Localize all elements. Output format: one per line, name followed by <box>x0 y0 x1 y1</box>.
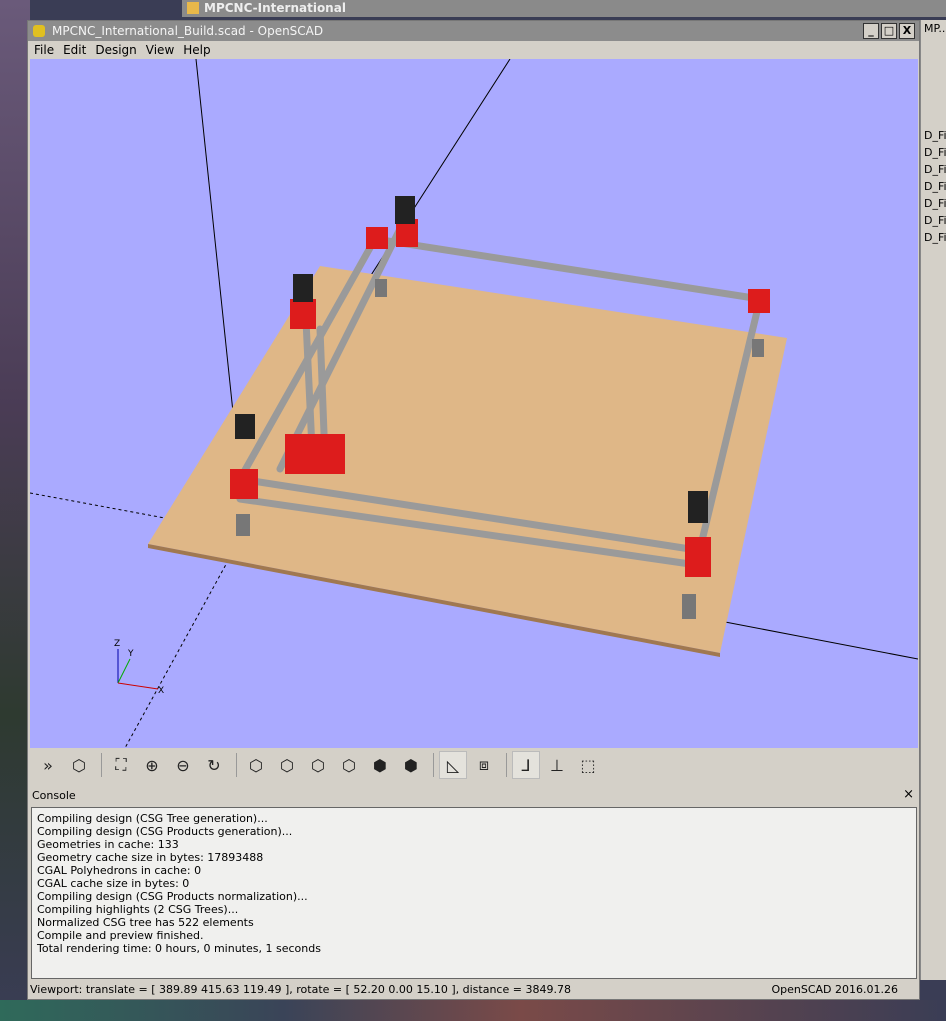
folder-icon <box>187 2 199 14</box>
axes-indicator: Z Y X <box>114 639 164 696</box>
console-line: Normalized CSG tree has 522 elements <box>37 916 254 929</box>
separator <box>506 753 507 777</box>
status-bar: Viewport: translate = [ 389.89 415.63 11… <box>30 981 916 999</box>
console-line: Geometry cache size in bytes: 17893488 <box>37 851 264 864</box>
side-file-item[interactable]: D_Fil <box>921 144 946 161</box>
reset-view-icon[interactable]: ↻ <box>200 751 228 779</box>
desktop-background-bottom <box>0 1000 946 1021</box>
console-line: Total rendering time: 0 hours, 0 minutes… <box>37 942 321 955</box>
view-back-icon[interactable]: ⬢ <box>397 751 425 779</box>
zoom-in-icon[interactable]: ⊕ <box>138 751 166 779</box>
console-line: Compiling highlights (2 CSG Trees)... <box>37 903 239 916</box>
axis-label-y: Y <box>127 649 134 659</box>
preview-icon[interactable]: » <box>34 751 62 779</box>
scale-markers-icon[interactable]: ⊥ <box>543 751 571 779</box>
side-file-item[interactable]: D_Fil <box>921 127 946 144</box>
axis-line <box>719 620 918 660</box>
separator <box>236 753 237 777</box>
console-line: Geometries in cache: 133 <box>37 838 179 851</box>
menu-help[interactable]: Help <box>183 41 210 59</box>
view-right-icon[interactable]: ⬡ <box>242 751 270 779</box>
axis-line-negative <box>124 538 241 748</box>
orthogonal-icon[interactable]: ⧈ <box>470 751 498 779</box>
console-output[interactable]: Compiling design (CSG Tree generation)..… <box>31 807 917 979</box>
model-render: Z Y X <box>30 59 918 748</box>
show-edges-icon[interactable]: ⬚ <box>574 751 602 779</box>
side-file-item[interactable]: D_Fil <box>921 212 946 229</box>
view-all-icon[interactable]: ⛶ <box>107 751 135 779</box>
separator <box>101 753 102 777</box>
viewport-status: Viewport: translate = [ 389.89 415.63 11… <box>30 983 571 996</box>
title-bar[interactable]: MPCNC_International_Build.scad - OpenSCA… <box>28 21 919 41</box>
console-line: Compiling design (CSG Products generatio… <box>37 825 293 838</box>
side-file-item[interactable]: D_Fil <box>921 229 946 246</box>
console-line: Compiling design (CSG Tree generation)..… <box>37 812 268 825</box>
view-toolbar: » ⬡ ⛶ ⊕ ⊖ ↻ ⬡ ⬡ ⬡ ⬡ ⬢ ⬢ ◺ ⧈ ⅃ ⊥ ⬚ <box>30 749 918 781</box>
render-icon[interactable]: ⬡ <box>65 751 93 779</box>
window-title: MPCNC_International_Build.scad - OpenSCA… <box>52 24 324 38</box>
openscad-window: MPCNC_International_Build.scad - OpenSCA… <box>27 20 920 1000</box>
menu-bar: File Edit Design View Help <box>28 41 919 59</box>
console-title: Console <box>32 789 76 802</box>
console-close-button[interactable]: × <box>903 787 914 802</box>
3d-viewport[interactable]: Z Y X <box>30 59 918 748</box>
side-panel-header[interactable]: MP.. <box>921 20 946 37</box>
perspective-icon[interactable]: ◺ <box>439 751 467 779</box>
menu-view[interactable]: View <box>146 41 174 59</box>
side-file-item[interactable]: D_Fil <box>921 161 946 178</box>
zoom-out-icon[interactable]: ⊖ <box>169 751 197 779</box>
view-front-icon[interactable]: ⬢ <box>366 751 394 779</box>
axis-label-x: X <box>158 686 164 696</box>
view-left-icon[interactable]: ⬡ <box>335 751 363 779</box>
side-file-item[interactable]: D_Fil <box>921 178 946 195</box>
close-button[interactable]: X <box>899 23 915 39</box>
console-line: CGAL cache size in bytes: 0 <box>37 877 190 890</box>
desktop-background <box>0 0 30 1021</box>
background-window-titlebar[interactable]: MPCNC-International <box>182 0 946 17</box>
menu-edit[interactable]: Edit <box>63 41 86 59</box>
background-window-title: MPCNC-International <box>204 1 346 15</box>
console-line: Compile and preview finished. <box>37 929 204 942</box>
show-axes-icon[interactable]: ⅃ <box>512 751 540 779</box>
side-panel: MP.. D_Fil D_Fil D_Fil D_Fil D_Fil D_Fil… <box>920 20 946 980</box>
menu-file[interactable]: File <box>34 41 54 59</box>
separator <box>433 753 434 777</box>
view-top-icon[interactable]: ⬡ <box>273 751 301 779</box>
version-label: OpenSCAD 2016.01.26 <box>771 983 898 996</box>
console-header: Console × <box>32 787 916 802</box>
view-bottom-icon[interactable]: ⬡ <box>304 751 332 779</box>
side-file-item[interactable]: D_Fil <box>921 195 946 212</box>
console-line: CGAL Polyhedrons in cache: 0 <box>37 864 202 877</box>
menu-design[interactable]: Design <box>95 41 136 59</box>
minimize-button[interactable]: _ <box>863 23 879 39</box>
axis-label-z: Z <box>114 639 120 649</box>
console-line: Compiling design (CSG Products normaliza… <box>37 890 308 903</box>
openscad-logo-icon <box>33 25 45 37</box>
maximize-button[interactable]: □ <box>881 23 897 39</box>
